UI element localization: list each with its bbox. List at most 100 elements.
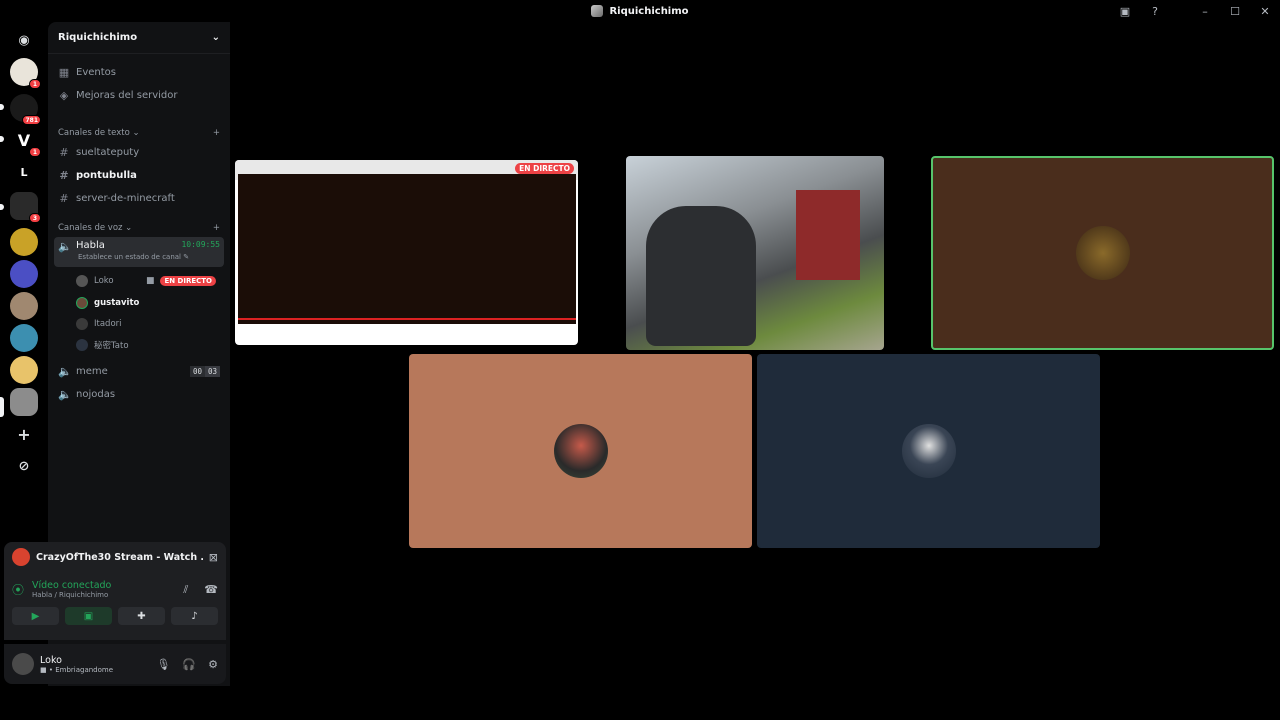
voice-channel-meme[interactable]: 🔈 meme 00 03 [54,361,224,381]
voice-channel-label: Habla [76,240,105,251]
unread-pip [0,136,4,142]
avatar[interactable] [12,653,34,675]
help-icon[interactable]: ? [1140,0,1170,22]
user-count: 00 [189,365,205,377]
stop-stream-icon[interactable]: ⊠ [209,551,218,564]
speaker-icon: 🔈 [58,387,72,401]
server-header[interactable]: Riquichichimo ⌄ [48,22,230,54]
voice-member-loko[interactable]: Loko ■ EN DIRECTO [76,272,216,290]
voice-member-itadori[interactable]: Itadori [76,315,122,333]
stream-title: CrazyOfThe30 Stream - Watch ... [36,551,203,563]
activities-button[interactable]: ✚ [118,607,165,625]
add-server-icon[interactable]: + [10,420,38,448]
microphone-icon[interactable]: 🎙 [156,658,170,671]
channel-pontubulla[interactable]: # pontubulla [54,165,224,185]
server-avatar-2[interactable]: 781 [10,94,41,125]
voice-member-tato[interactable]: 秘密Tato [76,336,129,354]
add-channel-icon[interactable]: + [213,223,220,233]
camera-tile[interactable] [626,156,884,350]
member-name: Loko [94,276,114,286]
unread-pip [0,204,4,210]
server-avatar-v[interactable]: V 1 [10,126,41,157]
screen-share-button[interactable]: ▣ [65,607,112,625]
avatar [76,275,88,287]
boost-label: Mejoras del servidor [76,89,178,101]
speaker-icon: 🔈 [58,240,72,253]
notification-badge: 1 [29,147,41,157]
server-avatar-cat[interactable] [10,292,38,320]
custom-status: ■ • Embriagandome [40,665,114,674]
server-name: Riquichichimo [58,32,138,43]
hash-icon: # [59,168,69,182]
participant-tile-speaking[interactable] [931,156,1274,350]
events-label: Eventos [76,66,116,78]
voice-channel-habla[interactable]: 🔈 Habla 10:09:55 Establece un estado de … [54,237,224,267]
window-title-text: Riquichichimo [609,5,689,17]
text-category[interactable]: Canales de texto ⌄ + [58,128,220,138]
drawer-shape [796,190,860,280]
server-folder[interactable]: 3 [10,192,41,223]
voice-location[interactable]: Habla / Riquichichimo [32,591,175,599]
set-status-prompt[interactable]: Establece un estado de canal ✎ [78,253,189,261]
boost-item[interactable]: ◈ Mejoras del servidor [54,85,224,105]
member-name: gustavito [94,298,140,308]
live-badge: EN DIRECTO [160,276,216,286]
camera-button[interactable]: ▶ [12,607,59,625]
hash-icon: # [59,145,69,159]
unread-pip [0,104,4,110]
server-avatar-letter[interactable]: L [10,158,38,186]
server-avatar-anime[interactable] [10,260,38,288]
stream-app-icon [12,548,30,566]
disconnect-icon[interactable]: ☎ [204,583,218,596]
participant-tile[interactable] [757,354,1100,548]
stream-panel[interactable]: CrazyOfThe30 Stream - Watch ... ⊠ [4,542,226,572]
channel-sueltateputy[interactable]: # sueltateputy [54,142,224,162]
voice-connection-panel: ⦿ Vídeo conectado Habla / Riquichichimo … [4,572,226,640]
avatar [901,424,956,478]
call-timer: 10:09:55 [181,240,220,249]
participant-tile[interactable] [409,354,752,548]
camera-icon: ■ [145,276,155,286]
server-avatar-girl[interactable] [10,324,38,352]
member-name: Itadori [94,319,122,329]
maximize-button[interactable]: ☐ [1220,0,1250,22]
inbox-icon[interactable]: ▣ [1110,0,1140,22]
boost-icon: ◈ [59,88,69,102]
server-avatar-meme[interactable] [10,356,38,384]
discover-icon[interactable]: ⊘ [10,452,38,480]
voice-category[interactable]: Canales de voz ⌄ + [58,223,220,233]
text-category-label: Canales de texto [58,128,130,138]
voice-channel-label: meme [76,365,108,377]
selected-pip [0,397,4,417]
headphones-icon[interactable]: 🎧 [182,658,196,671]
title-bar: Riquichichimo ▣ ? – ☐ ✕ [0,0,1280,22]
username[interactable]: Loko [40,655,113,666]
server-avatar-current[interactable] [10,388,38,416]
close-button[interactable]: ✕ [1250,0,1280,22]
window-title: Riquichichimo [591,5,689,17]
channel-server-de-minecraft[interactable]: # server-de-minecraft [54,188,224,208]
notification-badge: 781 [22,115,41,125]
events-item[interactable]: ▦ Eventos [54,62,224,82]
hash-icon: # [59,191,69,205]
voice-member-gustavito[interactable]: gustavito [76,294,139,312]
add-channel-icon[interactable]: + [213,128,220,138]
discord-home-icon[interactable]: ◉ [10,26,38,54]
notification-badge: 1 [29,79,41,89]
minimize-button[interactable]: – [1190,0,1220,22]
voice-channel-nojodas[interactable]: 🔈 nojodas [54,384,224,404]
avatar [1075,226,1130,280]
gear-icon[interactable]: ⚙ [208,658,218,671]
soundboard-button[interactable]: ♪ [171,607,218,625]
stream-video [238,174,576,324]
avatar [76,318,88,330]
voice-status[interactable]: Vídeo conectado [32,580,175,591]
server-avatar-1[interactable]: 1 [10,58,41,89]
channel-label: sueltateputy [76,146,140,158]
signal-icon[interactable]: ⦿ [12,581,24,598]
stream-tile[interactable]: EN DIRECTO [235,160,578,345]
live-badge: EN DIRECTO [515,163,574,174]
server-avatar-car[interactable] [10,228,38,256]
chair-shape [646,206,756,346]
noise-suppression-icon[interactable]: ⫽ [183,583,188,597]
